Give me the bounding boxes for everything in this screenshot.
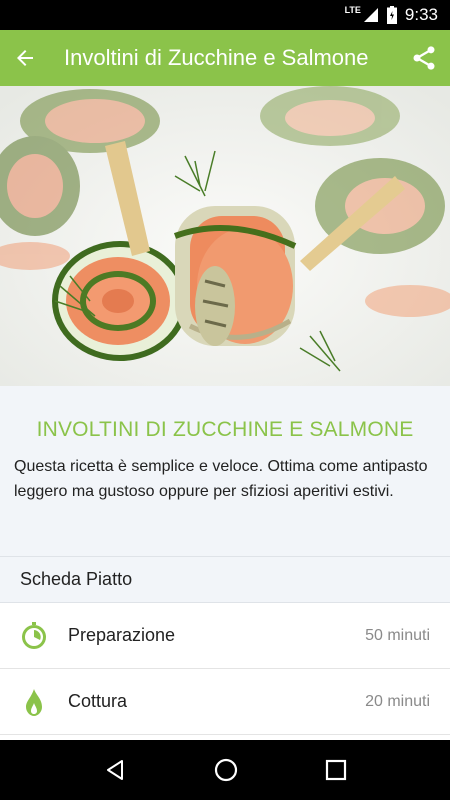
clock: 9:33 xyxy=(404,5,438,24)
nav-home-icon[interactable] xyxy=(213,757,239,783)
page-title: Involtini di Zucchine e Salmone xyxy=(64,45,369,70)
recipe-description: Questa ricetta è semplice e veloce. Otti… xyxy=(14,458,428,500)
list-item-value: 50 minuti xyxy=(365,626,430,644)
section-header-label: Scheda Piatto xyxy=(20,569,133,589)
arrow-back-icon xyxy=(17,50,33,66)
flame-icon xyxy=(19,687,49,717)
nav-recents-icon[interactable] xyxy=(325,759,347,781)
system-nav-bar xyxy=(0,740,450,800)
network-type: LTE xyxy=(344,5,361,15)
list-item-preparation: Preparazione 50 minuti xyxy=(0,603,450,669)
list-item-value: 20 minuti xyxy=(365,692,430,710)
back-button[interactable] xyxy=(0,30,40,86)
list-item-label: Preparazione xyxy=(68,625,176,645)
timer-icon xyxy=(19,621,49,651)
share-icon xyxy=(413,46,435,70)
recipe-intro: INVOLTINI DI ZUCCHINE E SALMONE Questa r… xyxy=(0,386,450,556)
battery-icon xyxy=(386,6,397,24)
app-bar: Involtini di Zucchine e Salmone xyxy=(0,30,450,86)
share-button[interactable] xyxy=(408,42,440,74)
list-item-cooking: Cottura 20 minuti xyxy=(0,669,450,735)
recipe-photo xyxy=(0,86,450,386)
recipe-title: INVOLTINI DI ZUCCHINE E SALMONE xyxy=(36,418,414,441)
list-item-label: Cottura xyxy=(68,691,128,711)
signal-icon xyxy=(363,8,378,22)
nav-back-icon[interactable] xyxy=(103,758,127,782)
section-header: Scheda Piatto xyxy=(0,556,450,603)
status-bar: LTE 9:33 xyxy=(0,0,450,30)
